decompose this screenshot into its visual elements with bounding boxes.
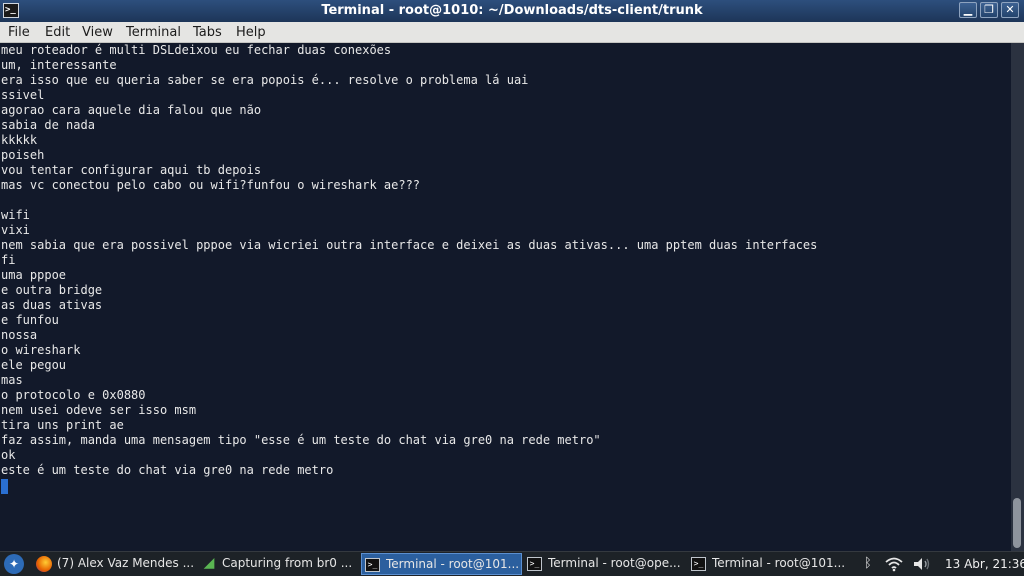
terminal-line: ele pegou — [1, 358, 67, 372]
terminal-line: wifi — [1, 208, 30, 222]
distro-logo-icon[interactable]: ✦ — [4, 554, 24, 574]
terminal-line: kkkkk — [1, 133, 38, 147]
menu-bar: File Edit View Terminal Tabs Help — [0, 22, 1024, 43]
menu-view[interactable]: View — [82, 24, 113, 41]
terminal-cursor — [1, 479, 8, 494]
task-firefox[interactable]: (7) Alex Vaz Mendes ... — [33, 553, 196, 575]
terminal-line: nem usei odeve ser isso msm — [1, 403, 197, 417]
terminal-line: o protocolo e 0x0880 — [1, 388, 146, 402]
desktop-screen: >_ Terminal - root@1010: ~/Downloads/dts… — [0, 0, 1024, 576]
terminal-line: ssivel — [1, 88, 45, 102]
terminal-output[interactable]: meu roteador é multi DSLdeixou eu fechar… — [0, 43, 1011, 551]
menu-help[interactable]: Help — [236, 24, 266, 41]
terminal-line: este é um teste do chat via gre0 na rede… — [1, 463, 334, 477]
wireshark-icon: ◢ — [203, 555, 215, 571]
taskbar: ✦ (7) Alex Vaz Mendes ... ◢ Capturing fr… — [0, 551, 1024, 576]
task-label: (7) Alex Vaz Mendes ... — [57, 556, 195, 570]
close-button[interactable]: ✕ — [1001, 2, 1019, 18]
terminal-line: sabia de nada — [1, 118, 95, 132]
volume-icon[interactable] — [912, 556, 932, 576]
terminal-line: fi — [1, 253, 16, 267]
task-wireshark[interactable]: ◢ Capturing from br0 ... — [198, 553, 358, 575]
terminal-line: faz assim, manda uma mensagem tipo "esse… — [1, 433, 601, 447]
menu-tabs[interactable]: Tabs — [193, 24, 222, 41]
terminal-line: o wireshark — [1, 343, 81, 357]
window-title: Terminal - root@1010: ~/Downloads/dts-cl… — [321, 3, 703, 18]
terminal-icon: >_ — [365, 558, 380, 572]
terminal-line: nossa — [1, 328, 38, 342]
minimize-button[interactable]: ▁ — [959, 2, 977, 18]
terminal-line: e outra bridge — [1, 283, 103, 297]
terminal-line: ok — [1, 448, 16, 462]
menu-file[interactable]: File — [8, 24, 30, 41]
terminal-line: um, interessante — [1, 58, 117, 72]
terminal-line: as duas ativas — [1, 298, 103, 312]
task-terminal-1010[interactable]: >_ Terminal - root@101... — [688, 553, 850, 575]
terminal-line: vou tentar configurar aqui tb depois — [1, 163, 262, 177]
menu-terminal[interactable]: Terminal — [126, 24, 181, 41]
menu-edit[interactable]: Edit — [45, 24, 70, 41]
terminal-scrollbar[interactable] — [1011, 43, 1024, 551]
terminal-line: poiseh — [1, 148, 45, 162]
scrollbar-thumb[interactable] — [1013, 498, 1021, 548]
bluetooth-icon[interactable]: ᛒ — [864, 556, 872, 572]
clock[interactable]: 13 Abr, 21:36 — [945, 556, 1024, 572]
terminal-line: e funfou — [1, 313, 59, 327]
terminal-line: nem sabia que era possivel pppoe via wic… — [1, 238, 818, 252]
task-terminal-active[interactable]: >_ Terminal - root@101... — [361, 553, 522, 575]
terminal-icon: >_ — [527, 557, 542, 571]
task-terminal-ope[interactable]: >_ Terminal - root@ope... — [524, 553, 686, 575]
terminal-icon: >_ — [691, 557, 706, 571]
task-label: Terminal - root@101... — [712, 556, 846, 570]
terminal-line: uma pppoe — [1, 268, 67, 282]
terminal-line: vixi — [1, 223, 30, 237]
terminal-line: mas vc conectou pelo cabo ou wifi?funfou… — [1, 178, 421, 192]
terminal-line: mas — [1, 373, 23, 387]
task-label: Terminal - root@ope... — [548, 556, 681, 570]
task-label: Terminal - root@101... — [386, 557, 520, 571]
terminal-line: era isso que eu queria saber se era popo… — [1, 73, 529, 87]
terminal-line: meu roteador é multi DSLdeixou eu fechar… — [1, 43, 392, 57]
maximize-button[interactable]: ❐ — [980, 2, 998, 18]
task-label: Capturing from br0 ... — [222, 556, 353, 570]
wifi-icon[interactable] — [884, 556, 904, 576]
terminal-line: tira uns print ae — [1, 418, 124, 432]
firefox-icon — [36, 556, 52, 572]
terminal-line: agorao cara aquele dia falou que não — [1, 103, 262, 117]
window-titlebar[interactable]: >_ Terminal - root@1010: ~/Downloads/dts… — [0, 0, 1024, 22]
